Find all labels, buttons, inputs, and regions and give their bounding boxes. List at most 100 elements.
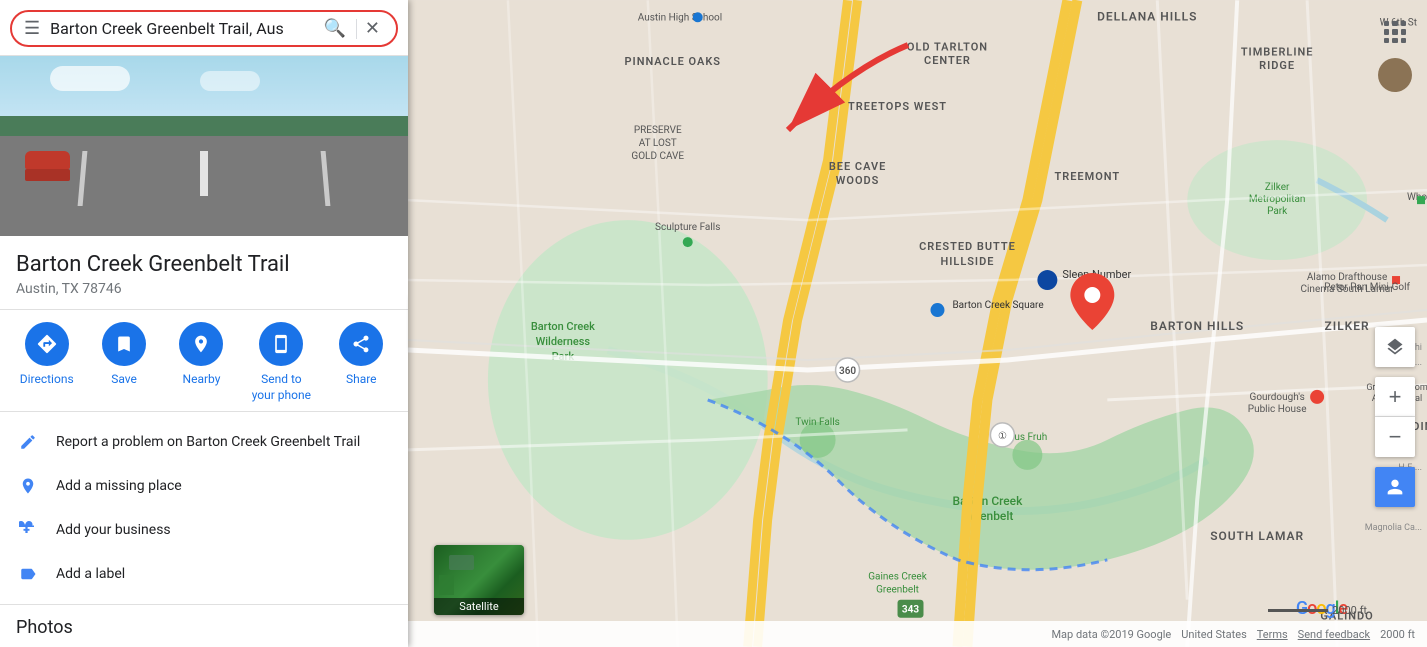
- directions-icon: [25, 322, 69, 366]
- svg-text:CENTER: CENTER: [924, 54, 971, 67]
- nearby-label: Nearby: [183, 372, 221, 388]
- search-icon[interactable]: 🔍: [317, 18, 351, 39]
- apps-grid-icon[interactable]: [1375, 12, 1415, 52]
- photos-section: Photos: [0, 605, 408, 647]
- svg-text:RIDGE: RIDGE: [1259, 59, 1295, 72]
- svg-text:TIMBERLINE: TIMBERLINE: [1241, 45, 1314, 58]
- svg-text:Barton Creek: Barton Creek: [531, 320, 595, 333]
- grid-dot: [1401, 21, 1406, 26]
- grid-dot: [1384, 29, 1389, 34]
- grid-dot: [1392, 38, 1397, 43]
- zoom-out-button[interactable]: −: [1375, 417, 1415, 457]
- save-icon: [102, 322, 146, 366]
- street-view-image[interactable]: [0, 56, 408, 236]
- search-input-wrapper[interactable]: ☰ Barton Creek Greenbelt Trail, Aus 🔍 ✕: [10, 10, 398, 47]
- add-missing-place-text: Add a missing place: [56, 478, 182, 494]
- svg-text:AT LOST: AT LOST: [639, 138, 677, 149]
- map-svg: Barton Creek Wilderness Park Barton Cree…: [408, 0, 1427, 647]
- red-car: [25, 151, 70, 181]
- map-region-text: United States: [1181, 628, 1246, 641]
- svg-text:Barton Creek Square: Barton Creek Square: [952, 300, 1043, 311]
- layers-button[interactable]: [1375, 327, 1415, 367]
- svg-text:Gourdough's: Gourdough's: [1250, 392, 1305, 403]
- svg-text:360: 360: [839, 366, 856, 377]
- svg-text:343: 343: [902, 605, 919, 616]
- map-controls: [1375, 12, 1415, 92]
- scale-bar: 2000 ft: [1268, 604, 1367, 617]
- map-footer: Map data ©2019 Google United States Term…: [408, 621, 1427, 647]
- zoom-control-group: + −: [1375, 377, 1415, 457]
- svg-text:Twin Falls: Twin Falls: [795, 417, 839, 428]
- svg-text:WOODS: WOODS: [836, 174, 880, 187]
- svg-text:Austin High School: Austin High School: [638, 12, 722, 23]
- satellite-thumbnail[interactable]: Satellite: [434, 545, 524, 615]
- zoom-in-button[interactable]: +: [1375, 377, 1415, 417]
- user-avatar[interactable]: [1378, 58, 1412, 92]
- report-problem-item[interactable]: Report a problem on Barton Creek Greenbe…: [0, 420, 408, 464]
- divider: [356, 19, 357, 39]
- add-missing-place-item[interactable]: Add a missing place: [0, 464, 408, 508]
- scale-bar-label: 2000 ft: [1332, 604, 1367, 617]
- grid-dot: [1401, 38, 1406, 43]
- svg-text:Sculpture Falls: Sculpture Falls: [655, 222, 720, 233]
- add-missing-place-icon: [16, 474, 40, 498]
- svg-text:TREETOPS WEST: TREETOPS WEST: [848, 100, 947, 113]
- share-icon: [339, 322, 383, 366]
- report-problem-icon: [16, 430, 40, 454]
- svg-text:GOLD CAVE: GOLD CAVE: [631, 151, 684, 162]
- map-area[interactable]: Barton Creek Wilderness Park Barton Cree…: [408, 0, 1427, 647]
- close-icon[interactable]: ✕: [361, 18, 384, 39]
- hamburger-icon[interactable]: ☰: [24, 18, 40, 39]
- svg-text:PINNACLE OAKS: PINNACLE OAKS: [625, 55, 721, 68]
- place-name: Barton Creek Greenbelt Trail: [16, 252, 392, 277]
- svg-text:Public House: Public House: [1248, 404, 1307, 415]
- add-label-item[interactable]: Add a label: [0, 552, 408, 596]
- grid-dot: [1392, 21, 1397, 26]
- directions-label: Directions: [20, 372, 74, 388]
- add-business-text: Add your business: [56, 522, 171, 538]
- nearby-button[interactable]: Nearby: [171, 322, 231, 403]
- add-label-icon: [16, 562, 40, 586]
- share-label: Share: [346, 372, 377, 388]
- cloud-1: [50, 66, 130, 91]
- svg-text:HILLSIDE: HILLSIDE: [940, 255, 994, 268]
- search-bar: ☰ Barton Creek Greenbelt Trail, Aus 🔍 ✕: [0, 0, 408, 56]
- add-business-item[interactable]: Add your business: [0, 508, 408, 552]
- menu-items: Report a problem on Barton Creek Greenbe…: [0, 412, 408, 605]
- grid-dot: [1384, 21, 1389, 26]
- map-terms-text[interactable]: Terms: [1257, 628, 1288, 641]
- map-feedback-text[interactable]: Send feedback: [1298, 628, 1370, 641]
- svg-text:TREEMONT: TREEMONT: [1055, 170, 1121, 183]
- place-address: Austin, TX 78746: [16, 281, 392, 297]
- grid-dot: [1384, 38, 1389, 43]
- save-button[interactable]: Save: [94, 322, 154, 403]
- svg-text:BARTON HILLS: BARTON HILLS: [1150, 319, 1244, 333]
- map-scale-text: 2000 ft: [1380, 628, 1415, 641]
- cloud-2: [200, 71, 260, 91]
- satellite-label: Satellite: [434, 598, 524, 615]
- road-center-line: [200, 151, 208, 196]
- save-label: Save: [111, 372, 137, 388]
- add-business-icon: [16, 518, 40, 542]
- svg-text:Greenbelt: Greenbelt: [876, 585, 919, 596]
- svg-text:Gaines Creek: Gaines Creek: [868, 572, 927, 583]
- scale-bar-line: [1268, 609, 1328, 612]
- directions-button[interactable]: Directions: [17, 322, 77, 403]
- send-to-phone-button[interactable]: Send to your phone: [249, 322, 314, 403]
- left-panel: ☰ Barton Creek Greenbelt Trail, Aus 🔍 ✕ …: [0, 0, 408, 647]
- svg-text:Zilker: Zilker: [1265, 182, 1290, 193]
- grid-dot: [1401, 29, 1406, 34]
- action-buttons: Directions Save Nearby: [0, 310, 408, 412]
- grid-dot: [1392, 29, 1397, 34]
- svg-text:OLD TARLTON: OLD TARLTON: [907, 40, 988, 53]
- svg-text:DELLANA HILLS: DELLANA HILLS: [1097, 9, 1197, 23]
- svg-text:ZILKER: ZILKER: [1325, 319, 1370, 333]
- report-problem-text: Report a problem on Barton Creek Greenbe…: [56, 434, 360, 450]
- photos-title: Photos: [16, 617, 392, 638]
- street-view-button[interactable]: [1375, 467, 1415, 507]
- add-label-text: Add a label: [56, 566, 125, 582]
- svg-text:BEE CAVE: BEE CAVE: [829, 160, 886, 173]
- share-button[interactable]: Share: [331, 322, 391, 403]
- map-zoom-controls: + −: [1375, 327, 1415, 507]
- search-query-text: Barton Creek Greenbelt Trail, Aus: [50, 19, 317, 38]
